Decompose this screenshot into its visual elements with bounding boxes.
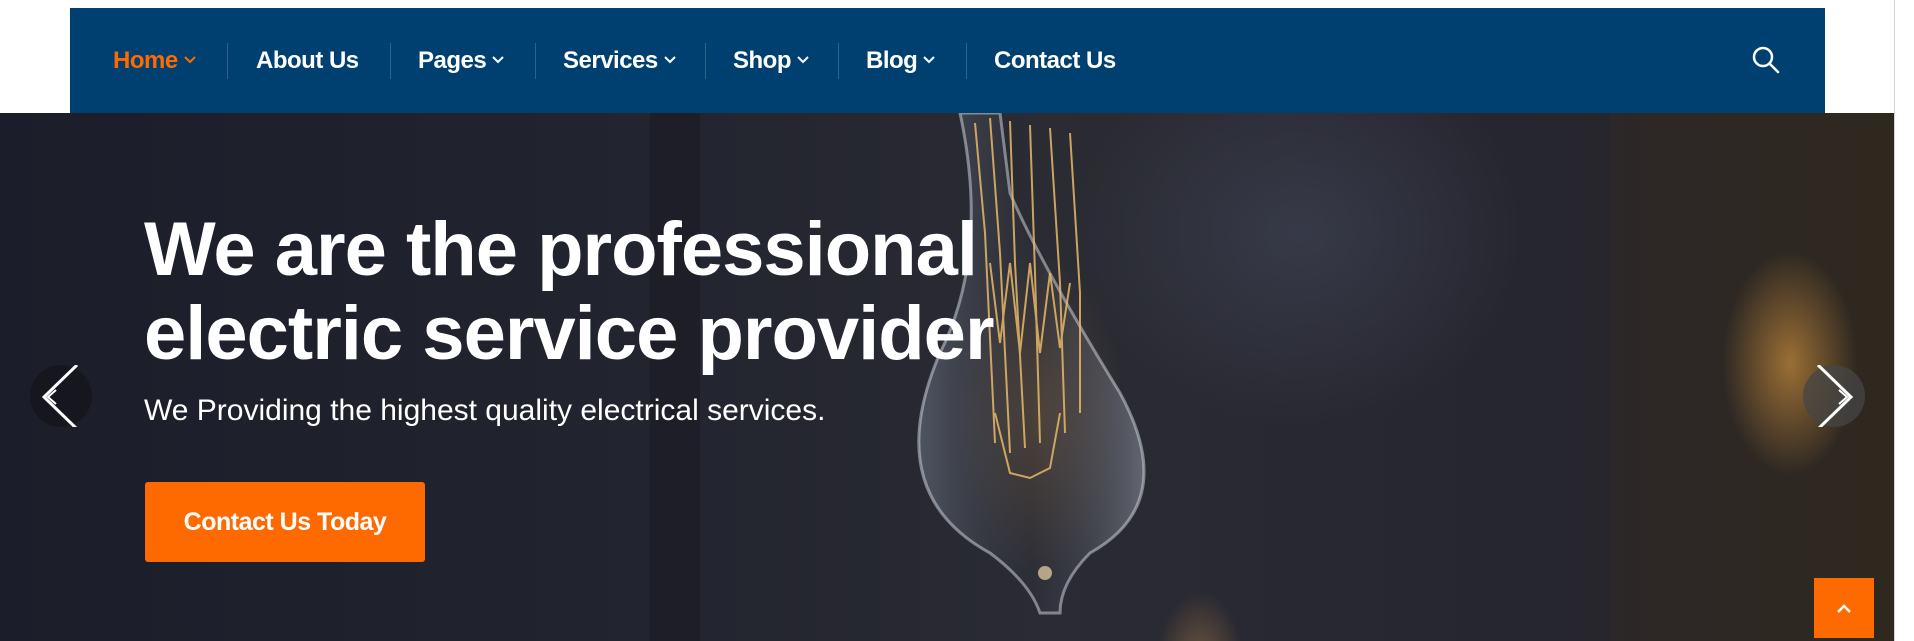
nav-item-label: Contact Us (994, 47, 1116, 74)
chevron-down-icon (664, 55, 676, 64)
nav-divider (966, 43, 967, 79)
slider-next-button[interactable] (1803, 365, 1865, 427)
scroll-to-top-button[interactable] (1814, 578, 1874, 638)
nav-divider (705, 43, 706, 79)
search-icon (1752, 46, 1780, 74)
chevron-down-icon (492, 55, 504, 64)
nav-divider (227, 43, 228, 79)
nav-item-about-us[interactable]: About Us (256, 8, 359, 113)
chevron-down-icon (923, 55, 936, 64)
nav-divider (535, 43, 536, 79)
page-edge-divider (1894, 0, 1895, 641)
nav-item-blog[interactable]: Blog (866, 8, 936, 113)
nav-item-services[interactable]: Services (563, 8, 676, 113)
nav-item-label: Pages (418, 47, 487, 74)
slider-prev-button[interactable] (30, 365, 92, 427)
main-navigation: Home About Us Pages Services Shop Blog C… (70, 8, 1825, 113)
nav-item-label: Blog (866, 47, 918, 74)
chevron-up-icon (1837, 604, 1851, 613)
chevron-left-icon (41, 365, 79, 427)
search-button[interactable] (1750, 44, 1782, 76)
contact-us-today-button[interactable]: Contact Us Today (145, 482, 425, 562)
nav-divider (390, 43, 391, 79)
chevron-right-icon (1816, 365, 1854, 427)
nav-item-home[interactable]: Home (113, 8, 196, 113)
nav-item-label: Services (563, 47, 658, 74)
hero-slider: We are the professional electric service… (0, 113, 1894, 641)
chevron-down-icon (797, 55, 809, 64)
nav-divider (838, 43, 839, 79)
hero-title: We are the professional electric service… (144, 207, 995, 376)
nav-item-pages[interactable]: Pages (418, 8, 504, 113)
nav-item-contact-us[interactable]: Contact Us (994, 8, 1116, 113)
nav-item-label: Shop (733, 47, 792, 74)
chevron-down-icon (183, 55, 196, 64)
nav-item-label: Home (113, 47, 178, 74)
hero-subtitle: We Providing the highest quality electri… (144, 394, 826, 427)
nav-item-shop[interactable]: Shop (733, 8, 809, 113)
nav-item-label: About Us (256, 47, 359, 74)
